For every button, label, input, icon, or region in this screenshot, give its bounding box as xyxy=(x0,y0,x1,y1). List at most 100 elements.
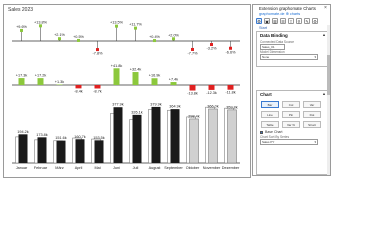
chevron-up-icon[interactable]: ▴ xyxy=(323,91,325,97)
sort-series-value: Sales PY xyxy=(262,140,275,144)
chart-svg: +9.6% +13.8% +2.1% +0.5% -7.8% +13.5% +11.7% +0… xyxy=(12,20,240,170)
sort-series-select[interactable]: Sales PY ▾ xyxy=(260,139,318,145)
var2-bar xyxy=(75,85,82,89)
ac-bar xyxy=(75,139,85,163)
chart-option-dot[interactable]: Dot xyxy=(303,111,321,118)
panel-toolbar: ⚙ ▣ ▥ ☰ T ⚲ ✎ ⚙ xyxy=(256,17,328,24)
chart-option-table[interactable]: Table xyxy=(261,121,279,128)
chart-section-header[interactable]: Chart ▴ xyxy=(257,91,328,99)
chart-type-options: Bar Col Var Line Pin Dot Table Var % Str… xyxy=(257,99,328,130)
app-page: Sales 2023 +9.6% +13.8% +2.1% +0.5% -7.8% +13… xyxy=(0,0,384,218)
var2-label: +7.4k xyxy=(169,78,178,82)
data-binding-title: Data Binding xyxy=(260,33,288,38)
chart-option-var[interactable]: Var xyxy=(303,101,321,108)
var2-label: +32.4k xyxy=(130,68,142,72)
chart-option-var-percent[interactable]: Var % xyxy=(282,121,300,128)
chart-section: Chart ▴ Bar Col Var Line Pin Dot Table V… xyxy=(256,90,329,175)
chart-option-col[interactable]: Col xyxy=(282,101,300,108)
styling-icon[interactable]: ▣ xyxy=(264,17,270,24)
ac-bar xyxy=(227,109,237,164)
var2-bar xyxy=(18,78,25,85)
var2-label: -11.8k xyxy=(225,91,235,95)
ac-bar xyxy=(170,109,180,163)
var2-label: +1.3k xyxy=(55,80,64,84)
ac-label: 194.2k xyxy=(17,130,29,134)
var2-label: +17.2k xyxy=(35,74,47,78)
var1-label: -7.7% xyxy=(188,51,199,55)
chart-section-title: Chart xyxy=(260,92,272,97)
category-label: August xyxy=(149,166,162,170)
data-binding-header[interactable]: Data Binding ▴ xyxy=(257,32,328,40)
category-label: Februar xyxy=(34,166,48,170)
var2-bar xyxy=(189,85,196,91)
edit-icon[interactable]: ✎ xyxy=(304,17,310,24)
var1-label: +2.0% xyxy=(168,33,179,37)
var2-bar xyxy=(37,78,44,85)
ac-bar xyxy=(113,107,123,163)
category-label: April xyxy=(75,166,83,170)
close-icon[interactable]: × xyxy=(323,5,328,11)
builder-icon[interactable]: ⚙ xyxy=(256,17,262,24)
var1-pin-head xyxy=(20,28,23,32)
var1-label: +13.8% xyxy=(34,20,48,24)
ac-label: 153.5k xyxy=(93,136,105,140)
ac-bar xyxy=(37,137,47,163)
model-dimension-value: None xyxy=(262,55,270,59)
var1-label: +11.7% xyxy=(129,23,142,27)
var2-bar xyxy=(227,85,234,90)
var1-pin-head xyxy=(134,26,137,30)
chart-option-line[interactable]: Line xyxy=(261,111,279,118)
var2-label: +17.3k xyxy=(16,74,28,78)
ac-label: 160.7k xyxy=(74,135,86,139)
chevron-down-icon: ▾ xyxy=(314,140,316,144)
base-chart-checkbox[interactable] xyxy=(260,131,263,134)
link-icon[interactable]: ⚲ xyxy=(296,17,302,24)
var1-pin-head xyxy=(77,38,80,42)
ac-label: 151.6k xyxy=(55,136,67,140)
ac-label: 326.1k xyxy=(131,110,143,114)
var1-label: -6.6% xyxy=(226,50,237,54)
var1-pin-head xyxy=(153,39,156,43)
var1-pin-head xyxy=(172,37,175,41)
tab-start[interactable]: Start xyxy=(259,26,267,30)
panel-title: Extension graphomate Charts xyxy=(259,6,316,11)
chevron-up-icon[interactable]: ▴ xyxy=(323,32,325,38)
scroll-thumb[interactable] xyxy=(327,55,330,95)
chart-option-pin[interactable]: Pin xyxy=(282,111,300,118)
var2-bar xyxy=(132,72,139,85)
var2-bar xyxy=(208,85,215,90)
ac-bar xyxy=(132,114,142,163)
panel-scrollbar[interactable] xyxy=(327,25,330,175)
var1-label: +9.6% xyxy=(16,25,27,29)
ac-bar xyxy=(18,134,28,163)
ac-bar xyxy=(56,140,66,163)
category-label: Juli xyxy=(133,166,139,170)
var2-bar xyxy=(151,78,158,85)
var2-bar xyxy=(113,68,120,85)
ac-bar xyxy=(151,106,161,163)
ac-bar xyxy=(208,108,218,164)
ac-label: 364.9k xyxy=(169,105,181,109)
var1-pin-head xyxy=(39,24,42,28)
ac-label: 298.4k xyxy=(188,114,200,118)
ac-label: 173.8k xyxy=(36,133,48,137)
table-icon[interactable]: ☰ xyxy=(280,17,286,24)
ac-label: 366.0k xyxy=(207,104,219,108)
var2-label: -8.4k xyxy=(74,89,83,93)
chart-option-bar[interactable]: Bar xyxy=(261,101,279,108)
text-icon[interactable]: T xyxy=(288,17,294,24)
chart-option-struct[interactable]: Struct xyxy=(303,121,321,128)
var1-label: -7.8% xyxy=(93,52,104,56)
settings-icon[interactable]: ⚙ xyxy=(312,17,318,24)
var2-label: -8.7k xyxy=(93,89,102,93)
var1-label: -3.2% xyxy=(207,47,218,51)
chart-canvas: Sales 2023 +9.6% +13.8% +2.1% +0.5% -7.8% +13… xyxy=(3,4,251,178)
model-dimension-select[interactable]: None ▾ xyxy=(260,54,318,60)
var1-label: +2.1% xyxy=(54,33,65,37)
var1-label: +0.5% xyxy=(73,35,84,39)
bar-icon[interactable]: ▥ xyxy=(272,17,278,24)
var2-bar xyxy=(56,84,63,85)
category-label: Januar xyxy=(16,166,28,170)
category-label: Dezember xyxy=(222,166,240,170)
category-label: September xyxy=(164,166,183,170)
